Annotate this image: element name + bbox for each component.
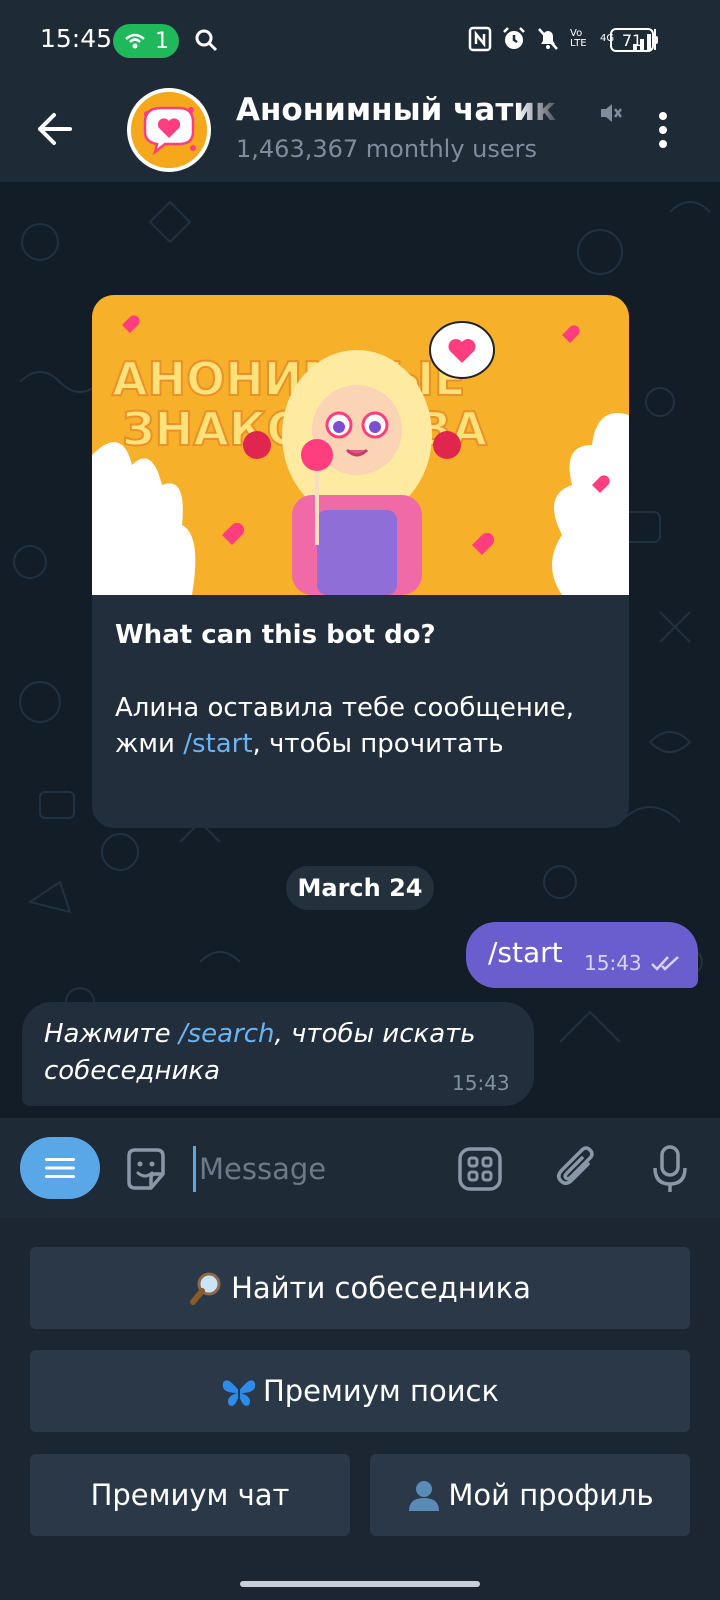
hotspot-count: 1 [155,28,169,54]
chat-title[interactable]: Анонимный чатик | Ch [236,92,566,132]
mute-icon [538,28,558,50]
attach-icon[interactable] [554,1144,600,1194]
button-label: Премиум чат [90,1478,290,1512]
outgoing-message[interactable]: /start 15:43 [466,922,698,988]
chat-header: Анонимный чатик | Ch 1,463,367 monthly u… [0,82,720,182]
double-check-icon [651,956,679,971]
person-icon [409,1481,440,1511]
premium-chat-button[interactable]: Премиум чат [30,1454,350,1536]
button-label: Мой профиль [448,1478,654,1512]
battery-level: 71 [621,30,643,50]
muted-icon [601,104,622,122]
search-icon [195,29,218,52]
battery-icon: 71 [610,28,658,52]
commands-icon[interactable] [457,1146,503,1192]
hotspot-icon [125,33,145,49]
message-time: 15:43 [452,1071,510,1095]
bot-menu-button[interactable] [20,1137,100,1199]
bot-info-title: What can this bot do? [115,620,436,650]
chat-subtitle: 1,463,367 monthly users [236,135,538,163]
bot-menu-icon [45,1158,75,1178]
date-separator: March 24 [286,866,434,910]
bot-info-card: АНОНИМНЫЕ ЗНАКОМСТВА What can this bot d… [92,295,629,828]
home-indicator[interactable] [240,1581,480,1587]
bot-cover-image[interactable]: АНОНИМНЫЕ ЗНАКОМСТВА [92,295,629,595]
search-command-link[interactable]: /search [179,1019,275,1049]
find-partner-button[interactable]: Найти собеседника [30,1247,690,1329]
mic-icon[interactable] [652,1144,688,1194]
back-arrow-icon[interactable] [34,109,74,149]
incoming-message[interactable]: Нажмите /search, чтобы искать собеседник… [22,1002,534,1106]
more-vertical-icon[interactable] [655,110,671,150]
reply-keyboard: Найти собеседника Премиум поиск Премиум … [0,1218,720,1600]
message-text: Нажмите /search, чтобы искать собеседник… [44,1019,476,1086]
avatar[interactable] [127,88,211,172]
butterfly-icon [222,1380,256,1406]
message-text: /start [488,936,563,969]
sticker-icon[interactable] [123,1146,169,1192]
message-time: 15:43 [584,951,642,975]
volte-icon: Vo LTE [570,28,587,49]
hotspot-indicator: 1 [113,24,179,58]
text-cursor [193,1146,196,1192]
magnifier-icon [190,1272,221,1305]
my-profile-button[interactable]: Мой профиль [370,1454,690,1536]
button-label: Премиум поиск [262,1374,500,1408]
message-input-bar [0,1118,720,1218]
status-time: 15:45 [40,24,113,53]
start-command-link[interactable]: /start [183,729,252,759]
alarm-icon [503,27,525,49]
status-bar: 15:45 1 Vo LTE 4G 71 [0,0,720,82]
premium-search-button[interactable]: Премиум поиск [30,1350,690,1432]
chat-area[interactable]: АНОНИМНЫЕ ЗНАКОМСТВА What can this bot d… [0,182,720,1118]
message-input[interactable] [197,1144,441,1194]
chat-bubble-heart-icon [131,92,207,168]
nfc-icon [468,26,492,52]
bot-info-description: Алина оставила тебе сообщение, жми /star… [115,693,575,759]
button-label: Найти собеседника [231,1271,531,1305]
